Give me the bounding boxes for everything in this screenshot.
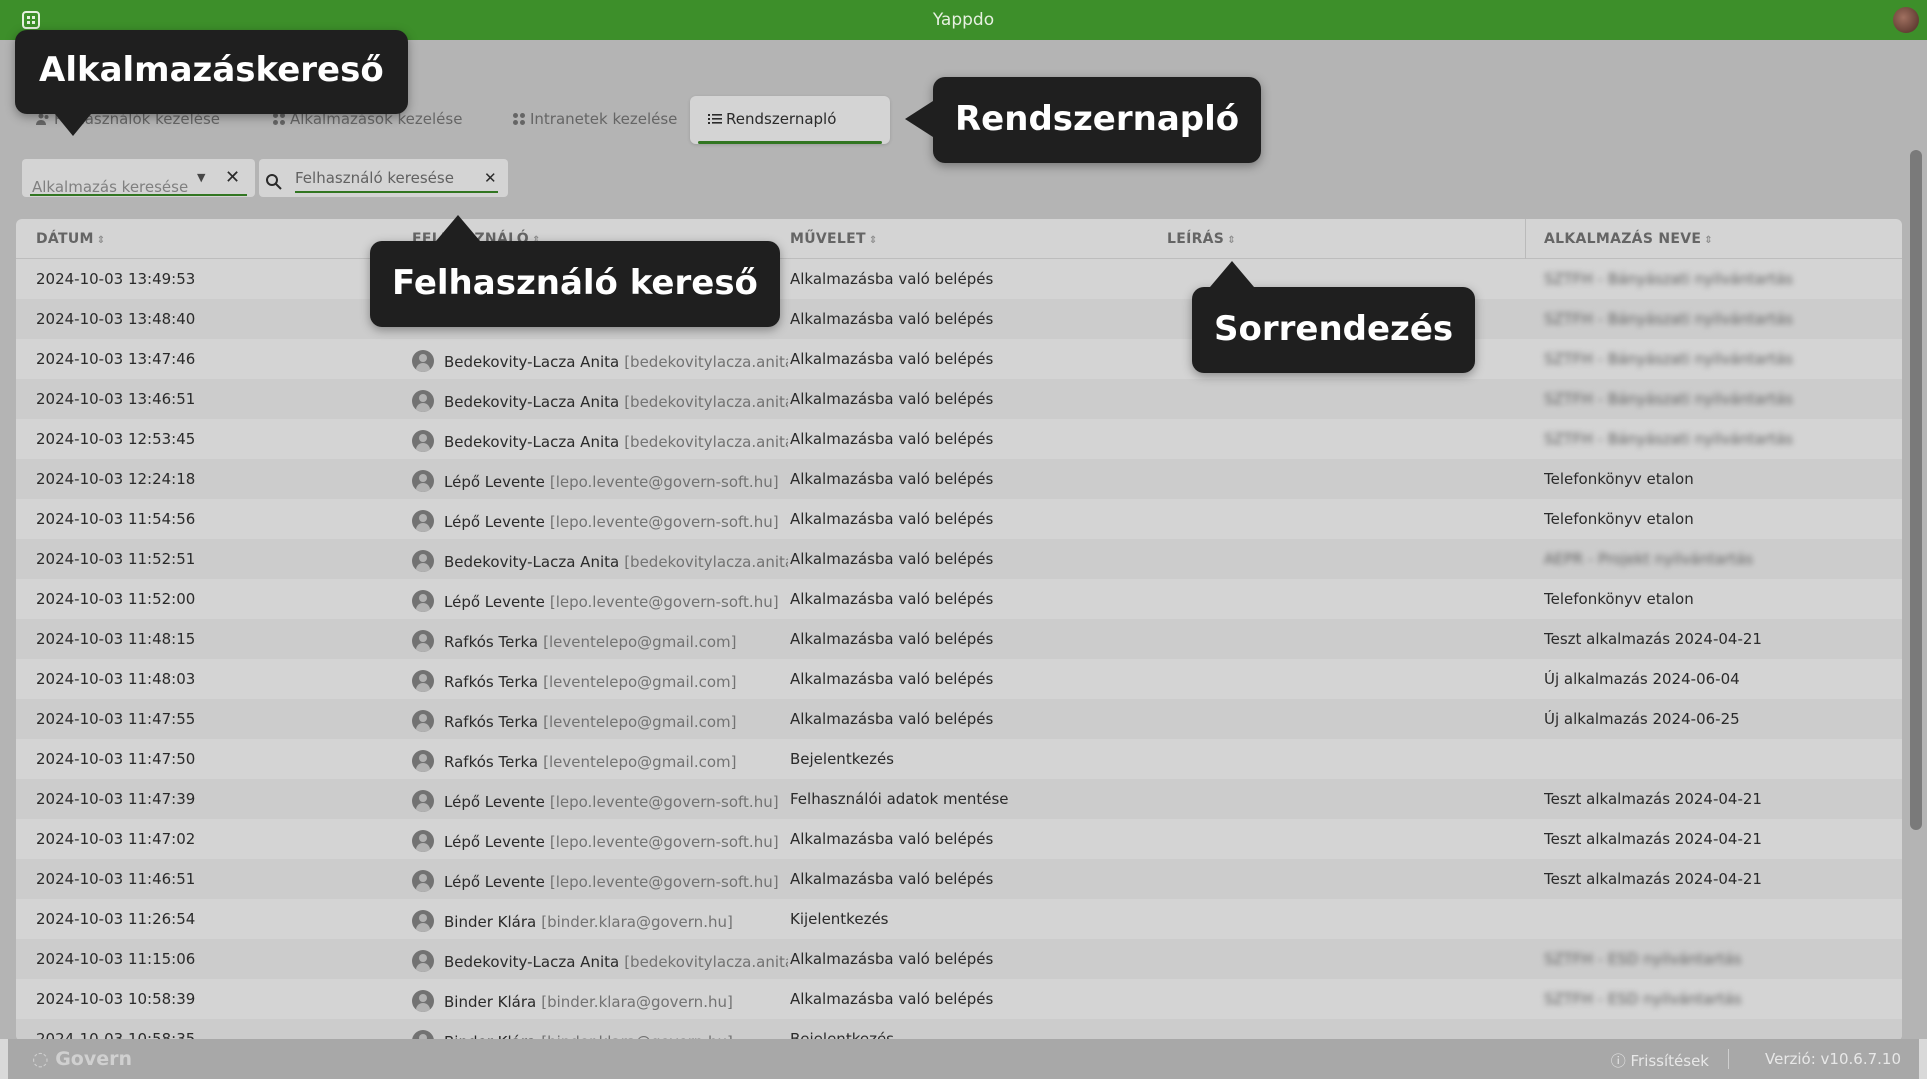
callout-syslog: Rendszernapló [905,77,1262,163]
user-avatar[interactable] [1893,7,1919,33]
callout-arrow [55,114,91,136]
scrollbar-thumb[interactable] [1910,150,1922,830]
info-icon: ⓘ [1610,1052,1626,1070]
refresh-label: Frissítések [1630,1052,1709,1070]
footer-divider [1728,1049,1729,1069]
footer-bar: ◌ Govern ⓘ Frissítések Verzió: v10.6.7.1… [8,1039,1919,1079]
govern-logo: ◌ Govern [32,1048,133,1070]
refresh-link[interactable]: ⓘ Frissítések [1611,1050,1709,1071]
callout-sorting-label: Sorrendezés [1214,309,1454,349]
callout-app-search-label: Alkalmazáskereső [39,50,384,90]
tutorial-overlay [0,40,1927,1039]
callout-arrow [1210,261,1254,287]
callout-app-search: Alkalmazáskereső [15,30,408,136]
version-label: Verzió: v10.6.7.10 [1765,1050,1901,1068]
callout-user-search: Felhasználó kereső [370,215,780,327]
window-title: Yappdo [932,10,995,30]
callout-user-search-label: Felhasználó kereső [392,263,758,303]
brand-label: Govern [55,1048,133,1070]
callout-sorting: Sorrendezés [1192,261,1476,373]
callout-syslog-label: Rendszernapló [955,99,1240,139]
callout-arrow [436,215,480,241]
callout-arrow [905,101,933,137]
